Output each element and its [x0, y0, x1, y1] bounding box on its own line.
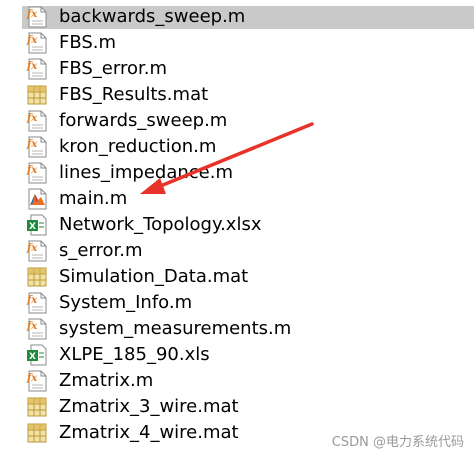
file-row[interactable]: fx FBS_error.m — [0, 56, 474, 82]
file-row[interactable]: Simulation_Data.mat — [0, 264, 474, 290]
svg-text:fx: fx — [26, 373, 38, 384]
matlab-function-icon: fx — [26, 136, 48, 158]
svg-text:fx: fx — [26, 321, 38, 332]
matlab-function-icon: fx — [26, 240, 48, 262]
file-row[interactable]: fx s_error.m — [0, 238, 474, 264]
matlab-function-icon: fx — [26, 318, 48, 340]
svg-text:fx: fx — [26, 295, 38, 306]
file-row[interactable]: fx FBS.m — [0, 30, 474, 56]
file-name: Simulation_Data.mat — [59, 266, 249, 287]
file-name: XLPE_185_90.xls — [59, 344, 210, 365]
matlab-function-icon: fx — [26, 110, 48, 132]
file-row[interactable]: fx kron_reduction.m — [0, 134, 474, 160]
file-row[interactable]: fx lines_impedance.m — [0, 160, 474, 186]
file-name: backwards_sweep.m — [59, 6, 246, 27]
svg-text:fx: fx — [26, 113, 38, 124]
file-name: s_error.m — [59, 240, 143, 261]
file-row[interactable]: X Network_Topology.xlsx — [0, 212, 474, 238]
mat-data-file-icon — [26, 84, 48, 106]
file-name: FBS_error.m — [59, 58, 167, 79]
file-name: system_measurements.m — [59, 318, 292, 339]
file-row[interactable]: fx system_measurements.m — [0, 316, 474, 342]
file-row[interactable]: fx forwards_sweep.m — [0, 108, 474, 134]
excel-file-icon: X — [26, 214, 48, 236]
svg-text:X: X — [29, 352, 36, 362]
matlab-function-icon: fx — [26, 162, 48, 184]
svg-text:fx: fx — [26, 61, 38, 72]
excel-file-icon: X — [26, 344, 48, 366]
file-name: Zmatrix.m — [59, 370, 154, 391]
svg-text:fx: fx — [26, 139, 38, 150]
matlab-function-icon: fx — [26, 6, 48, 28]
file-name: FBS_Results.mat — [59, 84, 209, 105]
file-row[interactable]: Zmatrix_3_wire.mat — [0, 394, 474, 420]
file-row[interactable]: fx System_Info.m — [0, 290, 474, 316]
file-name: Zmatrix_3_wire.mat — [59, 396, 239, 417]
matlab-script-icon — [26, 188, 48, 210]
watermark-text: CSDN @电力系统代码 — [331, 435, 464, 450]
file-row[interactable]: fx backwards_sweep.m — [0, 4, 474, 30]
file-row[interactable]: fx Zmatrix.m — [0, 368, 474, 394]
mat-data-file-icon — [26, 396, 48, 418]
file-name: kron_reduction.m — [59, 136, 217, 157]
matlab-function-icon: fx — [26, 32, 48, 54]
svg-text:fx: fx — [26, 243, 38, 254]
svg-text:fx: fx — [26, 9, 38, 20]
mat-data-file-icon — [26, 422, 48, 444]
svg-text:fx: fx — [26, 35, 38, 46]
svg-text:X: X — [29, 222, 36, 232]
matlab-function-icon: fx — [26, 370, 48, 392]
matlab-function-icon: fx — [26, 58, 48, 80]
file-name: main.m — [59, 188, 128, 209]
file-name: System_Info.m — [59, 292, 193, 313]
mat-data-file-icon — [26, 266, 48, 288]
file-name: FBS.m — [59, 32, 117, 53]
file-name: Zmatrix_4_wire.mat — [59, 422, 239, 443]
file-name: forwards_sweep.m — [59, 110, 228, 131]
file-name: lines_impedance.m — [59, 162, 233, 183]
matlab-function-icon: fx — [26, 292, 48, 314]
file-row[interactable]: X XLPE_185_90.xls — [0, 342, 474, 368]
file-row[interactable]: FBS_Results.mat — [0, 82, 474, 108]
file-row[interactable]: main.m — [0, 186, 474, 212]
svg-text:fx: fx — [26, 165, 38, 176]
file-name: Network_Topology.xlsx — [59, 214, 262, 235]
